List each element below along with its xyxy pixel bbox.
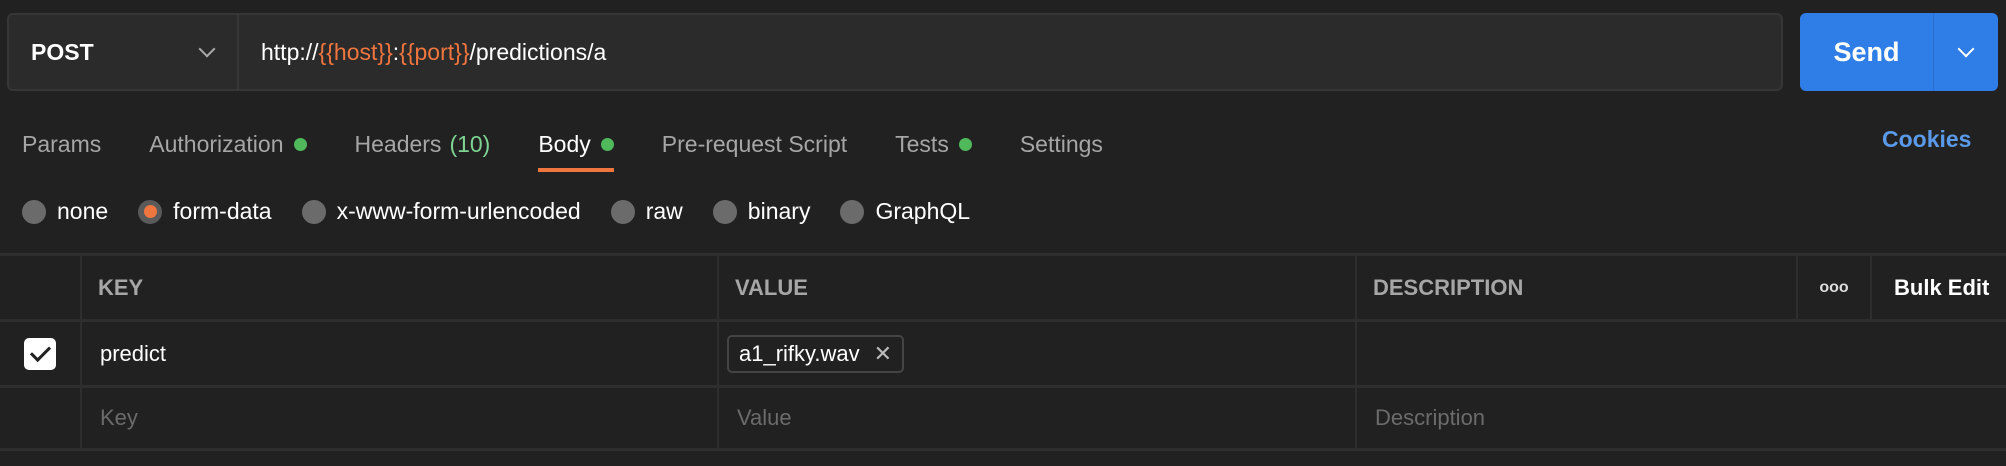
table-row: predict a1_rifky.wav ✕ xyxy=(0,319,2006,385)
radio-circle-icon xyxy=(712,199,737,224)
radio-circle-icon xyxy=(22,199,46,224)
radio-label: none xyxy=(57,198,109,224)
tab-count: (10) xyxy=(449,130,491,157)
status-dot-icon xyxy=(600,137,614,151)
radio-graphql[interactable]: GraphQL xyxy=(840,198,970,225)
header-value: VALUE xyxy=(717,256,808,319)
chevron-down-icon xyxy=(1957,40,1975,58)
radio-label: raw xyxy=(645,198,683,224)
header-description: DESCRIPTION xyxy=(1355,256,1523,319)
radio-x-www-form-urlencoded[interactable]: x-www-form-urlencoded xyxy=(301,198,581,225)
url-bar: POST http://{{host}}:{{port}}/prediction… xyxy=(7,13,1783,91)
row-checkbox-cell xyxy=(0,322,80,385)
url-text: /predictions/a xyxy=(469,38,607,65)
description-field[interactable] xyxy=(1355,322,2006,385)
url-text: http:// xyxy=(261,38,319,65)
key-field[interactable]: predict xyxy=(80,322,717,385)
radio-raw[interactable]: raw xyxy=(610,198,683,225)
tab-headers[interactable]: Headers (10) xyxy=(355,122,491,166)
send-options-button[interactable] xyxy=(1934,13,1998,91)
tab-pre-request-script[interactable]: Pre-request Script xyxy=(662,122,847,166)
body-type-radios: none form-data x-www-form-urlencoded raw bin… xyxy=(22,198,1000,225)
url-input[interactable]: http://{{host}}:{{port}}/predictions/a xyxy=(239,39,606,66)
radio-none[interactable]: none xyxy=(22,198,108,225)
tab-label: Headers xyxy=(354,130,442,157)
table-row-empty: Key Value Description xyxy=(0,385,2006,451)
tab-tests[interactable]: Tests xyxy=(895,122,972,166)
tab-body[interactable]: Body xyxy=(538,122,615,172)
url-variable: {{host}} xyxy=(318,38,393,65)
radio-circle-icon xyxy=(138,199,163,224)
url-variable: {{port}} xyxy=(399,38,470,65)
radio-label: form-data xyxy=(173,198,272,224)
tab-label: Body xyxy=(538,130,591,157)
radio-label: GraphQL xyxy=(875,198,971,224)
tab-label: Tests xyxy=(895,130,949,157)
tab-authorization[interactable]: Authorization xyxy=(149,122,307,166)
file-name: a1_rifky.wav xyxy=(739,340,860,366)
bulk-edit-button[interactable]: Bulk Edit xyxy=(1870,256,1989,319)
tab-label: Pre-request Script xyxy=(661,130,848,157)
radio-form-data[interactable]: form-data xyxy=(138,198,272,225)
request-tabs: Params Authorization Headers (10) Body Pre-re… xyxy=(22,122,1151,172)
method-select[interactable]: POST xyxy=(9,15,239,89)
tab-settings[interactable]: Settings xyxy=(1020,122,1103,166)
radio-label: binary xyxy=(747,198,811,224)
radio-circle-icon xyxy=(301,199,326,224)
tab-label: Settings xyxy=(1019,130,1103,157)
radio-circle-icon xyxy=(840,199,865,224)
description-placeholder[interactable]: Description xyxy=(1355,388,2006,448)
close-icon[interactable]: ✕ xyxy=(874,341,892,367)
key-placeholder[interactable]: Key xyxy=(80,388,717,448)
radio-label: x-www-form-urlencoded xyxy=(336,198,581,224)
more-options-icon[interactable]: ooo xyxy=(1796,256,1870,319)
table-header: KEY VALUE DESCRIPTION ooo Bulk Edit xyxy=(0,253,2006,319)
value-field[interactable]: a1_rifky.wav ✕ xyxy=(717,322,1355,385)
header-key: KEY xyxy=(80,256,143,319)
status-dot-icon xyxy=(293,137,307,151)
send-button[interactable]: Send xyxy=(1800,13,1934,91)
radio-binary[interactable]: binary xyxy=(712,198,811,225)
send-button-group: Send xyxy=(1800,13,1998,91)
method-label: POST xyxy=(31,38,94,65)
tab-label: Authorization xyxy=(149,130,284,157)
file-chip: a1_rifky.wav ✕ xyxy=(727,334,905,373)
cookies-link[interactable]: Cookies xyxy=(1882,126,1971,153)
value-placeholder[interactable]: Value xyxy=(717,388,1355,448)
tab-label: Params xyxy=(22,130,102,157)
radio-circle-icon xyxy=(610,199,635,224)
status-dot-icon xyxy=(958,137,972,151)
row-checkbox[interactable] xyxy=(24,337,56,370)
chevron-down-icon xyxy=(198,40,216,58)
form-data-table: KEY VALUE DESCRIPTION ooo Bulk Edit pred… xyxy=(0,253,2006,451)
tab-params[interactable]: Params xyxy=(22,122,101,166)
